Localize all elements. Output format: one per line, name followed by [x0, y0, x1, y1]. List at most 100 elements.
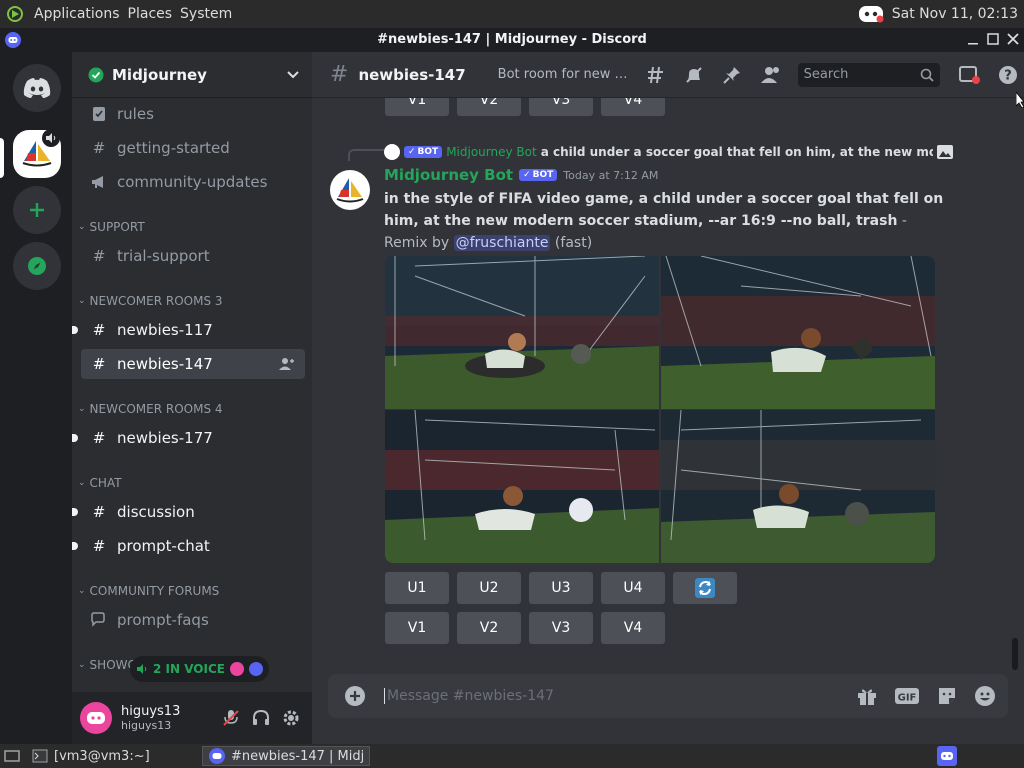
channel-label: community-updates: [117, 173, 268, 191]
discord-tray-icon[interactable]: [858, 4, 884, 24]
channel-label: prompt-chat: [117, 537, 210, 555]
emoji-icon[interactable]: [974, 685, 996, 707]
explore-servers-button[interactable]: [13, 242, 61, 290]
search-input[interactable]: Search: [797, 62, 940, 87]
minimize-icon[interactable]: [966, 29, 980, 49]
upscale-button-u3[interactable]: U3: [529, 572, 593, 604]
server-name: Midjourney: [112, 65, 207, 84]
reply-reference[interactable]: ✓ BOT Midjourney Bot a child under a soc…: [384, 142, 964, 162]
category-support[interactable]: ⌄ SUPPORT: [78, 220, 145, 234]
tray-discord-icon[interactable]: [937, 746, 957, 766]
desktop-logo-icon[interactable]: [6, 5, 24, 23]
direct-messages-button[interactable]: [13, 64, 61, 112]
message-composer: Message #newbies-147 GIF: [328, 674, 1008, 718]
terminal-icon: [32, 749, 48, 763]
generated-image-1[interactable]: [385, 256, 659, 409]
help-icon[interactable]: ?: [998, 65, 1018, 85]
gif-icon[interactable]: GIF: [894, 686, 920, 706]
message-scrollbar[interactable]: [1012, 638, 1018, 670]
category-label: COMMUNITY FORUMS: [89, 584, 220, 598]
add-server-button[interactable]: [13, 186, 61, 234]
channel-prompt-faqs[interactable]: prompt-faqs: [81, 605, 305, 635]
chevron-down-icon: ⌄: [78, 296, 86, 306]
invite-member-icon[interactable]: [279, 357, 295, 371]
generated-image-2[interactable]: [661, 256, 935, 409]
svg-text:GIF: GIF: [898, 693, 917, 704]
channel-rules[interactable]: rules: [81, 99, 305, 129]
gift-icon[interactable]: [856, 685, 878, 707]
upscale-button-u1[interactable]: U1: [385, 572, 449, 604]
variation-button-v4[interactable]: V4: [601, 612, 665, 644]
close-icon[interactable]: [1006, 29, 1020, 49]
channel-label: prompt-faqs: [117, 611, 209, 629]
taskbar-discord[interactable]: #newbies-147 | Midj...: [202, 746, 370, 766]
category-newcomer-rooms-3[interactable]: ⌄ NEWCOMER ROOMS 3: [78, 294, 223, 308]
search-placeholder: Search: [803, 67, 849, 82]
sticker-icon[interactable]: [936, 685, 958, 707]
threads-icon[interactable]: [646, 65, 666, 85]
channel-label: discussion: [117, 503, 195, 521]
channel-prompt-chat[interactable]: # prompt-chat: [72, 531, 305, 561]
chevron-down-icon[interactable]: [286, 70, 300, 80]
prev-variation-button-v1[interactable]: V1: [385, 98, 449, 116]
image-grid[interactable]: [385, 256, 935, 563]
headphones-icon[interactable]: [252, 709, 270, 727]
window-title: #newbies-147 | Midjourney - Discord: [377, 32, 647, 47]
user-mention[interactable]: @fruschiante: [453, 235, 551, 251]
variation-button-v3[interactable]: V3: [529, 612, 593, 644]
channel-getting-started[interactable]: # getting-started: [81, 133, 305, 163]
category-chat[interactable]: ⌄ CHAT: [78, 476, 122, 490]
pin-icon[interactable]: [722, 65, 742, 85]
channel-newbies-117[interactable]: # newbies-117: [72, 315, 305, 345]
variation-button-v1[interactable]: V1: [385, 612, 449, 644]
generated-image-3[interactable]: [385, 410, 659, 563]
reroll-button[interactable]: [673, 572, 737, 604]
reply-avatar: [384, 144, 400, 160]
menu-applications[interactable]: Applications: [30, 6, 124, 22]
message-input[interactable]: Message #newbies-147: [384, 688, 856, 704]
upscale-button-u4[interactable]: U4: [601, 572, 665, 604]
generated-image-4[interactable]: [661, 410, 935, 563]
add-attachment-icon[interactable]: [344, 685, 366, 707]
clock[interactable]: Sat Nov 11, 02:13: [892, 6, 1018, 22]
reply-author: Midjourney Bot: [446, 145, 537, 159]
channel-community-updates[interactable]: community-updates: [81, 167, 305, 197]
channel-topic[interactable]: Bot room for new users: [498, 67, 630, 82]
member-list-icon[interactable]: [760, 65, 782, 85]
server-header[interactable]: Midjourney: [72, 52, 312, 98]
channel-label: newbies-117: [117, 321, 213, 339]
category-showcase[interactable]: ⌄ SHOWC: [78, 658, 136, 672]
prev-variation-button-v4[interactable]: V4: [601, 98, 665, 116]
show-desktop-icon[interactable]: [4, 748, 20, 764]
maximize-icon[interactable]: [986, 29, 1000, 49]
channel-newbies-147[interactable]: # newbies-147: [81, 349, 305, 379]
bot-avatar[interactable]: [330, 170, 370, 210]
upscale-button-u2[interactable]: U2: [457, 572, 521, 604]
discord-logo-icon: [23, 77, 51, 99]
variation-button-v2[interactable]: V2: [457, 612, 521, 644]
category-label: NEWCOMER ROOMS 3: [89, 294, 223, 308]
category-label: CHAT: [89, 476, 122, 490]
voice-activity-pill[interactable]: 2 IN VOICE: [130, 656, 269, 682]
message-author[interactable]: Midjourney Bot: [384, 166, 513, 184]
notifications-muted-icon[interactable]: [684, 65, 704, 85]
discord-app-icon: [209, 748, 225, 764]
mute-mic-icon[interactable]: [222, 709, 240, 727]
menu-system[interactable]: System: [176, 6, 236, 22]
channel-discussion[interactable]: # discussion: [72, 497, 305, 527]
compass-icon: [27, 256, 47, 276]
category-newcomer-rooms-4[interactable]: ⌄ NEWCOMER ROOMS 4: [78, 402, 223, 416]
category-community-forums[interactable]: ⌄ COMMUNITY FORUMS: [78, 584, 219, 598]
megaphone-icon: [89, 175, 109, 189]
gear-icon[interactable]: [282, 709, 300, 727]
inbox-icon[interactable]: [958, 65, 980, 85]
channel-trial-support[interactable]: # trial-support: [81, 241, 305, 271]
prev-variation-button-v3[interactable]: V3: [529, 98, 593, 116]
taskbar-terminal[interactable]: [vm3@vm3:~]: [26, 746, 196, 766]
channel-newbies-177[interactable]: # newbies-177: [72, 423, 305, 453]
hash-icon: #: [92, 139, 106, 157]
taskbar-discord-label: #newbies-147 | Midj...: [231, 748, 363, 764]
avatar[interactable]: [80, 702, 112, 734]
menu-places[interactable]: Places: [124, 6, 177, 22]
prev-variation-button-v2[interactable]: V2: [457, 98, 521, 116]
